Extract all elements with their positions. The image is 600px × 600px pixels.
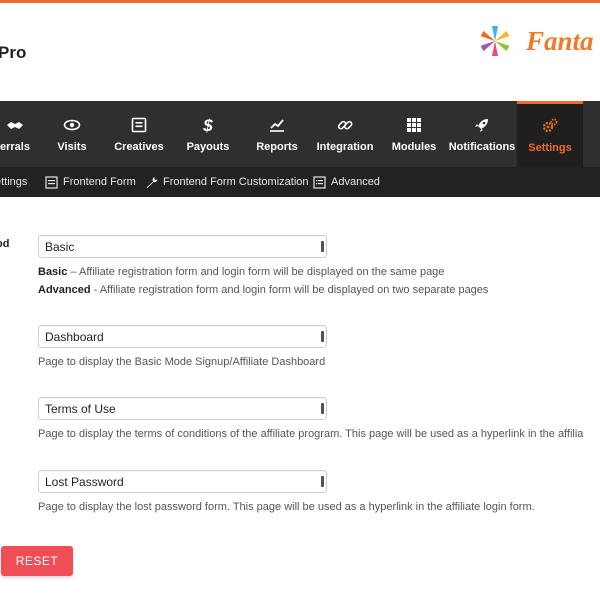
subnav-label: Frontend Form: [63, 176, 136, 188]
grid-icon: [405, 116, 423, 136]
nav-item-payouts[interactable]: $ Payouts: [176, 101, 240, 167]
dashboard-help: Page to display the Basic Mode Signup/Af…: [38, 356, 326, 368]
terms-select-value: Terms of Use: [45, 401, 116, 416]
nav-item-referrals[interactable]: errals: [0, 101, 44, 167]
rocket-icon: [473, 116, 491, 136]
list-icon: [313, 175, 326, 189]
mode-help-basic: Basic – Affiliate registration form and …: [38, 266, 444, 278]
wrench-icon: [146, 176, 158, 188]
mode-select-value: Basic: [45, 239, 75, 254]
subnav-item-settings[interactable]: ettings: [0, 167, 27, 197]
mode-help-advanced: Advanced - Affiliate registration form a…: [38, 284, 488, 296]
main-navbar: errals Visits Creatives $ Payouts Report…: [0, 101, 600, 167]
dollar-icon: $: [199, 116, 217, 136]
select-caret-icon: [321, 476, 324, 487]
nav-label: Integration: [316, 140, 374, 153]
header: Pro Fanta: [0, 3, 600, 101]
nav-label: errals: [0, 140, 30, 153]
subnav-label: Advanced: [331, 176, 380, 188]
svg-text:$: $: [202, 116, 213, 134]
nav-label: Settings: [528, 142, 572, 154]
subnav-label: ettings: [0, 176, 28, 188]
mode-help-basic-text: – Affiliate registration form and login …: [67, 266, 445, 278]
reset-button[interactable]: RESET: [1, 546, 73, 576]
line-chart-icon: [268, 116, 286, 136]
handshake-icon: [6, 116, 24, 136]
select-caret-icon: [321, 241, 324, 252]
brand-text: Fanta: [526, 25, 594, 56]
dashboard-page-select[interactable]: Dashboard: [38, 325, 327, 348]
nav-item-integration[interactable]: Integration: [312, 101, 378, 167]
nav-label: Visits: [57, 140, 87, 153]
terms-page-select[interactable]: Terms of Use: [38, 397, 327, 420]
select-caret-icon: [321, 403, 324, 414]
subnav-item-frontend-form-customization[interactable]: Frontend Form Customization: [145, 167, 309, 197]
nav-label: Payouts: [186, 140, 230, 153]
settings-subnav: ettings Frontend Form Frontend Form Cust…: [0, 167, 600, 197]
eye-icon: [63, 116, 81, 136]
nav-item-notifications[interactable]: Notifications: [448, 101, 516, 167]
pinwheel-logo-icon: [480, 26, 510, 56]
nav-label: Modules: [391, 140, 437, 153]
nav-label: Reports: [256, 140, 298, 153]
nav-item-settings[interactable]: Settings: [517, 101, 583, 167]
mode-help-basic-term: Basic: [38, 266, 68, 278]
nav-item-reports[interactable]: Reports: [246, 101, 308, 167]
terms-help: Page to display the terms of conditions …: [38, 428, 584, 440]
mode-label: od: [0, 238, 10, 250]
subnav-item-advanced[interactable]: Advanced: [313, 167, 380, 197]
lost-password-select-value: Lost Password: [45, 474, 124, 489]
nav-item-modules[interactable]: Modules: [386, 101, 442, 167]
mode-select[interactable]: Basic: [38, 235, 327, 258]
subnav-label: Frontend Form Customization: [163, 176, 309, 188]
nav-label: Notifications: [448, 140, 516, 153]
lost-password-page-select[interactable]: Lost Password: [38, 470, 327, 493]
select-caret-icon: [321, 331, 324, 342]
nav-item-creatives[interactable]: Creatives: [106, 101, 172, 167]
settings-content: od Basic Basic – Affiliate registration …: [0, 197, 600, 600]
link-icon: [336, 116, 354, 136]
lost-password-help: Page to display the lost password form. …: [38, 501, 535, 513]
dashboard-select-value: Dashboard: [45, 329, 104, 344]
form-icon: [45, 175, 58, 189]
mode-help-advanced-text: - Affiliate registration form and login …: [90, 284, 489, 296]
image-frame-icon: [130, 116, 148, 136]
nav-label: Creatives: [114, 140, 164, 153]
brand-logo: Fanta: [478, 21, 594, 61]
page-title: Pro: [0, 43, 27, 62]
nav-item-visits[interactable]: Visits: [44, 101, 100, 167]
mode-help-advanced-term: Advanced: [38, 284, 91, 296]
cogs-icon: [541, 117, 559, 137]
subnav-item-frontend-form[interactable]: Frontend Form: [45, 167, 136, 197]
